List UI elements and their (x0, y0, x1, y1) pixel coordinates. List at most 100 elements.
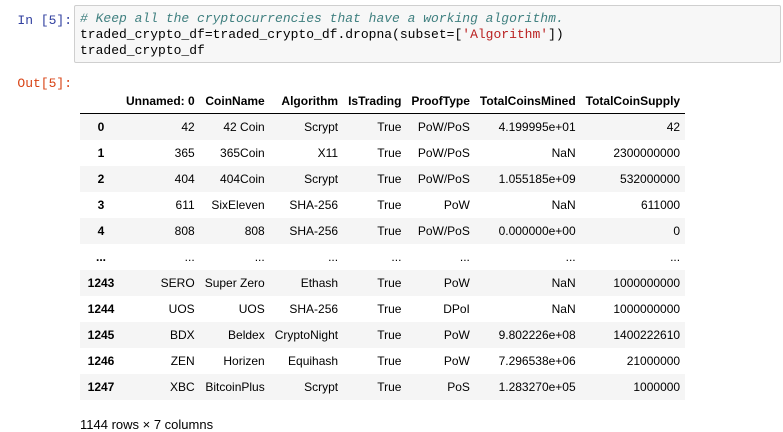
column-header: TotalCoinSupply (580, 88, 686, 114)
table-cell: 2300000000 (613, 146, 681, 160)
table-cell: UOS (168, 302, 195, 316)
table-cell: XBC (170, 380, 195, 394)
row-index: 1245 (87, 328, 115, 342)
column-header: IsTrading (343, 88, 407, 114)
table-row: 2 404 404Coin Scrypt True PoW/PoS 1.055185e+09… (80, 166, 686, 192)
column-header: TotalCoinsMined (474, 88, 581, 114)
table-cell: ZEN (170, 354, 195, 368)
table-cell: Ethash (300, 276, 339, 290)
code-segment: ]) (548, 27, 564, 42)
table-cell: PoW (443, 276, 470, 290)
table-cell: PoW/PoS (417, 146, 470, 160)
table-cell: 42 (181, 120, 195, 134)
table-cell: NaN (551, 198, 576, 212)
table-cell: BDX (170, 328, 195, 342)
table-row: 1246 ZEN Horizen Equihash True PoW 7.296538e+0… (80, 348, 686, 374)
column-header: CoinName (199, 88, 270, 114)
table-cell: PoW (443, 354, 470, 368)
table-cell: 1400222610 (613, 328, 681, 342)
row-index: 1243 (87, 276, 115, 290)
table-cell: True (377, 302, 402, 316)
table-row: 1247 XBC BitcoinPlus Scrypt True PoS 1.283270e… (80, 374, 686, 400)
table-cell: 7.296538e+06 (498, 354, 576, 368)
table-cell: True (377, 172, 402, 186)
table-cell: 1000000000 (613, 302, 681, 316)
row-index: 1244 (87, 302, 115, 316)
table-cell: 0.000000e+00 (498, 224, 576, 238)
table-cell: Beldex (228, 328, 265, 342)
table-cell: PoW (443, 198, 470, 212)
table-cell: BitcoinPlus (205, 380, 265, 394)
table-row: 1 365 365Coin X11 True PoW/PoS NaN 2300000000 (80, 140, 686, 166)
table-cell: SHA-256 (289, 198, 339, 212)
table-row: ........................ (80, 244, 686, 270)
table-cell: Horizen (223, 354, 265, 368)
table-cell: 1.283270e+05 (498, 380, 576, 394)
row-index: ... (95, 250, 106, 264)
code-comment: # Keep all the cryptocurrencies that hav… (80, 11, 564, 26)
table-cell: NaN (551, 302, 576, 316)
table-cell: 0 (673, 224, 681, 238)
row-index: 2 (97, 172, 105, 186)
dataframe-shape: 1144 rows × 7 columns (80, 417, 214, 432)
table-cell: True (377, 276, 402, 290)
table-cell: Scrypt (304, 172, 339, 186)
table-cell: PoS (447, 380, 470, 394)
table-cell: 404 (174, 172, 195, 186)
code-line-2: traded_crypto_df=traded_crypto_df.dropna… (80, 27, 780, 43)
table-cell: PoW/PoS (417, 224, 470, 238)
table-cell: Equihash (288, 354, 339, 368)
table-cell: ... (184, 250, 195, 264)
table-cell: 611000 (640, 198, 681, 212)
table-cell: 365Coin (220, 146, 265, 160)
table-cell: CryptoNight (274, 328, 339, 342)
row-index: 4 (97, 224, 105, 238)
row-index: 1 (97, 146, 105, 160)
row-index: 3 (97, 198, 105, 212)
row-index: 0 (97, 120, 105, 134)
table-cell: UOS (238, 302, 265, 316)
table-cell: SixEleven (211, 198, 265, 212)
table-cell: 808 (244, 224, 265, 238)
table-cell: 532000000 (620, 172, 681, 186)
table-cell: True (377, 328, 402, 342)
table-cell: ... (670, 250, 681, 264)
code-line-3: traded_crypto_df (80, 43, 205, 58)
table-cell: X11 (317, 146, 339, 160)
table-cell: PoW/PoS (417, 120, 470, 134)
table-cell: Super Zero (204, 276, 265, 290)
table-cell: DPoI (443, 302, 470, 316)
table-row: 4 808 808 SHA-256 True PoW/PoS 0.000000e+00 0 (80, 218, 686, 244)
table-cell: 404Coin (220, 172, 265, 186)
table-cell: 4.199995e+01 (498, 120, 576, 134)
table-row: 1243 SERO Super Zero Ethash True PoW NaN 100000… (80, 270, 686, 296)
table-cell: 808 (174, 224, 195, 238)
table-cell: NaN (551, 146, 576, 160)
table-cell: SERO (160, 276, 195, 290)
column-header: Unnamed: 0 (121, 88, 200, 114)
table-cell: 9.802226e+08 (498, 328, 576, 342)
column-header: Algorithm (269, 88, 344, 114)
table-cell: 21000000 (626, 354, 681, 368)
table-cell: True (377, 198, 402, 212)
code-line-1: # Keep all the cryptocurrencies that hav… (80, 11, 780, 27)
table-row: 3 611 SixEleven SHA-256 True PoW NaN 611000 (80, 192, 686, 218)
table-cell: SHA-256 (289, 224, 339, 238)
table-cell: NaN (551, 276, 576, 290)
table-cell: ... (391, 250, 402, 264)
code-segment: traded_crypto_df=traded_crypto_df.dropna… (80, 27, 463, 42)
table-cell: PoW/PoS (417, 172, 470, 186)
table-cell: Scrypt (304, 120, 339, 134)
code-input-cell[interactable]: # Keep all the cryptocurrencies that hav… (74, 5, 781, 63)
table-body: 0 42 42 Coin Scrypt True PoW/PoS 4.199995e+01 4… (80, 113, 686, 400)
table-row: 1245 BDX Beldex CryptoNight True PoW 9.802226e… (80, 322, 686, 348)
table-cell: 365 (174, 146, 195, 160)
row-index: 1246 (87, 354, 115, 368)
table-header-row: Unnamed: 0 CoinName Algorithm IsTrading Proo… (80, 88, 686, 114)
input-prompt: In [5]: (17, 13, 72, 28)
row-index: 1247 (87, 380, 115, 394)
table-cell: 42 (666, 120, 681, 134)
table-cell: 611 (175, 198, 195, 212)
output-area: Unnamed: 0 CoinName Algorithm IsTrading Proo… (80, 88, 780, 400)
dataframe-table: Unnamed: 0 CoinName Algorithm IsTrading Proo… (80, 88, 686, 400)
